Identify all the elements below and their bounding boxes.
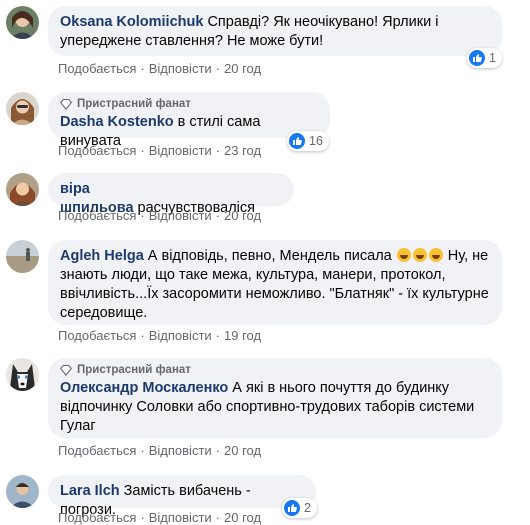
top-fan-label: Пристрасний фанат [77,98,191,110]
diamond-icon [60,98,72,110]
separator: · [215,510,221,525]
comment-author[interactable]: Олександр Москаленко [60,380,228,396]
like-button[interactable]: Подобається [58,143,136,158]
separator: · [140,143,145,158]
top-fan-badge: Пристрасний фанат [60,97,318,111]
comment-bubble: Oksana Kolomiichuk Справді? Як неочікуван… [48,6,502,56]
reply-button[interactable]: Відповісти [149,61,212,76]
separator: · [215,208,221,223]
timestamp[interactable]: 20 год [224,208,261,223]
separator: · [140,328,145,343]
comment-actions: Подобається · Відповісти · 19 год [58,328,261,343]
reaction-count: 2 [304,501,311,515]
avatar[interactable] [6,173,39,206]
avatar[interactable] [6,240,39,273]
comment-author[interactable]: Dasha Kostenko [60,114,174,130]
avatar[interactable] [6,92,39,125]
like-button[interactable]: Подобається [58,208,136,223]
comment-bubble: Lara Ilch Замість вибачень - погрози. [48,475,316,518]
reaction-summary[interactable]: 2 [282,498,317,518]
comment-actions: Подобається · Відповісти · 20 год [58,208,261,223]
comment-actions: Подобається · Відповісти · 20 год [58,61,261,76]
comment-author[interactable]: Agleh Helga [60,248,144,264]
avatar[interactable] [6,358,39,391]
avatar[interactable] [6,6,39,39]
reply-button[interactable]: Відповісти [149,328,212,343]
like-button[interactable]: Подобається [58,328,136,343]
separator: · [140,443,145,458]
rofl-emoji [428,248,443,262]
comment-author[interactable]: Oksana Kolomiichuk [60,14,203,30]
separator: · [140,510,145,525]
separator: · [215,443,221,458]
reaction-count: 16 [309,134,323,148]
comment-actions: Подобається · Відповісти · 20 год [58,443,261,458]
reply-button[interactable]: Відповісти [149,510,212,525]
comment-bubble: Пристрасний фанат Олександр Москаленко А … [48,358,502,438]
like-button[interactable]: Подобається [58,61,136,76]
timestamp[interactable]: 20 год [224,510,261,525]
timestamp[interactable]: 20 год [224,61,261,76]
reaction-count: 1 [489,51,496,65]
comment-actions: Подобається · Відповісти · 23 год [58,143,261,158]
diamond-icon [60,364,72,376]
comment-author[interactable]: Lara Ilch [60,483,120,499]
timestamp[interactable]: 20 год [224,443,261,458]
separator: · [140,208,145,223]
comment-text-before: А відповідь, певно, Мендель писала [147,248,392,264]
comment-bubble: Agleh Helga А відповідь, певно, Мендель п… [48,240,502,325]
reply-button[interactable]: Відповісти [149,443,212,458]
like-button[interactable]: Подобається [58,443,136,458]
reply-button[interactable]: Відповісти [149,143,212,158]
timestamp[interactable]: 23 год [224,143,261,158]
separator: · [215,143,221,158]
reply-button[interactable]: Відповісти [149,208,212,223]
reaction-summary[interactable]: 16 [287,131,329,151]
top-fan-badge: Пристрасний фанат [60,363,490,377]
separator: · [215,61,221,76]
reaction-summary[interactable]: 1 [467,48,502,68]
separator: · [215,328,221,343]
comment-actions: Подобається · Відповісти · 20 год [58,510,261,525]
comment-bubble: Пристрасний фанат Dasha Kostenko в стилі … [48,92,330,149]
top-fan-label: Пристрасний фанат [77,364,191,376]
like-button[interactable]: Подобається [58,510,136,525]
like-icon [469,50,485,66]
like-icon [284,500,300,516]
separator: · [140,61,145,76]
rofl-emoji [396,248,411,262]
avatar[interactable] [6,475,39,508]
rofl-emoji [412,248,427,262]
comment-bubble: віра шпильова расчувствовалiся [48,173,294,216]
like-icon [289,133,305,149]
timestamp[interactable]: 19 год [224,328,261,343]
